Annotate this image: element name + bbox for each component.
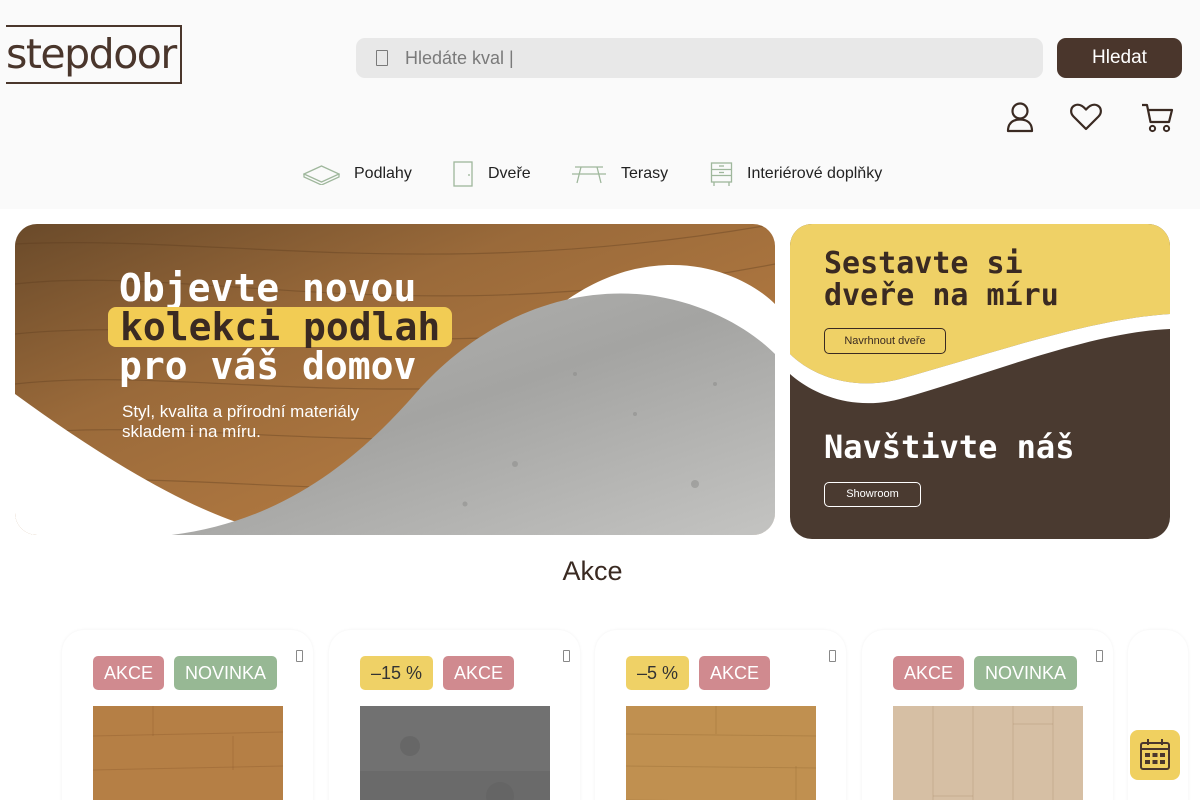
product-card[interactable]: –5 % AKCE xyxy=(595,630,846,800)
nav-item-terasy[interactable]: Terasy xyxy=(571,158,668,190)
product-image xyxy=(360,706,550,800)
wishlist-icon[interactable] xyxy=(1096,650,1103,662)
hero-title-line3: pro váš domov xyxy=(119,344,417,388)
logo-text: stepdoor xyxy=(6,30,177,78)
calendar-icon xyxy=(1140,739,1170,770)
section-title-akce: Akce xyxy=(562,556,623,586)
nav-item-dvere[interactable]: Dveře xyxy=(452,158,531,190)
badge-akce: AKCE xyxy=(699,656,771,690)
heart-icon[interactable] xyxy=(1069,100,1103,134)
nav-label: Terasy xyxy=(621,165,669,182)
search-button[interactable]: Hledat xyxy=(1057,38,1182,78)
product-image xyxy=(626,706,816,800)
badge-discount: –15 % xyxy=(360,656,434,690)
nav-label: Podlahy xyxy=(354,165,412,182)
hero-title-line2: kolekci podlah xyxy=(108,307,453,347)
product-image xyxy=(93,706,283,800)
product-image xyxy=(893,706,1083,800)
side-banner-bottom-title: Navštivte náš xyxy=(824,428,1075,466)
cabinet-icon xyxy=(710,162,733,186)
wishlist-icon[interactable] xyxy=(296,650,303,662)
product-card[interactable]: AKCE NOVINKA xyxy=(862,630,1113,800)
side-banner: Sestavte si dveře na míru Navrhnout dveř… xyxy=(790,224,1170,539)
nav-item-podlahy[interactable]: Podlahy xyxy=(303,158,412,190)
side-banner-top-title-line2: dveře na míru xyxy=(824,278,1059,313)
badge-akce: AKCE xyxy=(443,656,515,690)
product-card[interactable]: –15 % AKCE xyxy=(329,630,580,800)
badge-akce: AKCE xyxy=(893,656,965,690)
nav-label: Dveře xyxy=(488,165,531,182)
side-banner-top-title-line1: Sestavte si xyxy=(824,246,1023,281)
nav-label: Interiérové doplňky xyxy=(747,165,883,182)
badge-novinka: NOVINKA xyxy=(174,656,278,690)
search-bar[interactable] xyxy=(356,38,1043,78)
site-header: stepdoor Hledat Podlahy Dveře xyxy=(0,0,1200,209)
hero-banner[interactable]: Objevte novou kolekci podlah pro váš dom… xyxy=(15,224,775,535)
search-icon xyxy=(376,50,388,66)
badge-novinka: NOVINKA xyxy=(974,656,1078,690)
cart-icon[interactable] xyxy=(1140,100,1174,134)
wishlist-icon[interactable] xyxy=(563,650,570,662)
nav-item-interierove-doplnky[interactable]: Interiérové doplňky xyxy=(710,158,882,190)
stepdoor-logo[interactable]: stepdoor xyxy=(6,25,182,84)
door-icon xyxy=(453,161,473,187)
showroom-button[interactable]: Showroom xyxy=(824,482,921,507)
user-icon[interactable] xyxy=(1003,100,1037,134)
calendar-button[interactable] xyxy=(1130,730,1180,780)
floor-icon xyxy=(303,165,340,185)
terrace-icon xyxy=(572,166,606,184)
badge-discount: –5 % xyxy=(626,656,690,690)
wishlist-icon[interactable] xyxy=(829,650,836,662)
hero-subtitle-line2: skladem i na míru. xyxy=(122,422,261,441)
search-input[interactable] xyxy=(405,38,1025,78)
hero-title-line1: Objevte novou xyxy=(119,266,417,310)
hero-subtitle-line1: Styl, kvalita a přírodní materiály xyxy=(122,402,360,421)
badge-akce: AKCE xyxy=(93,656,165,690)
product-card[interactable]: AKCE NOVINKA xyxy=(62,630,313,800)
design-door-button[interactable]: Navrhnout dveře xyxy=(824,328,946,354)
